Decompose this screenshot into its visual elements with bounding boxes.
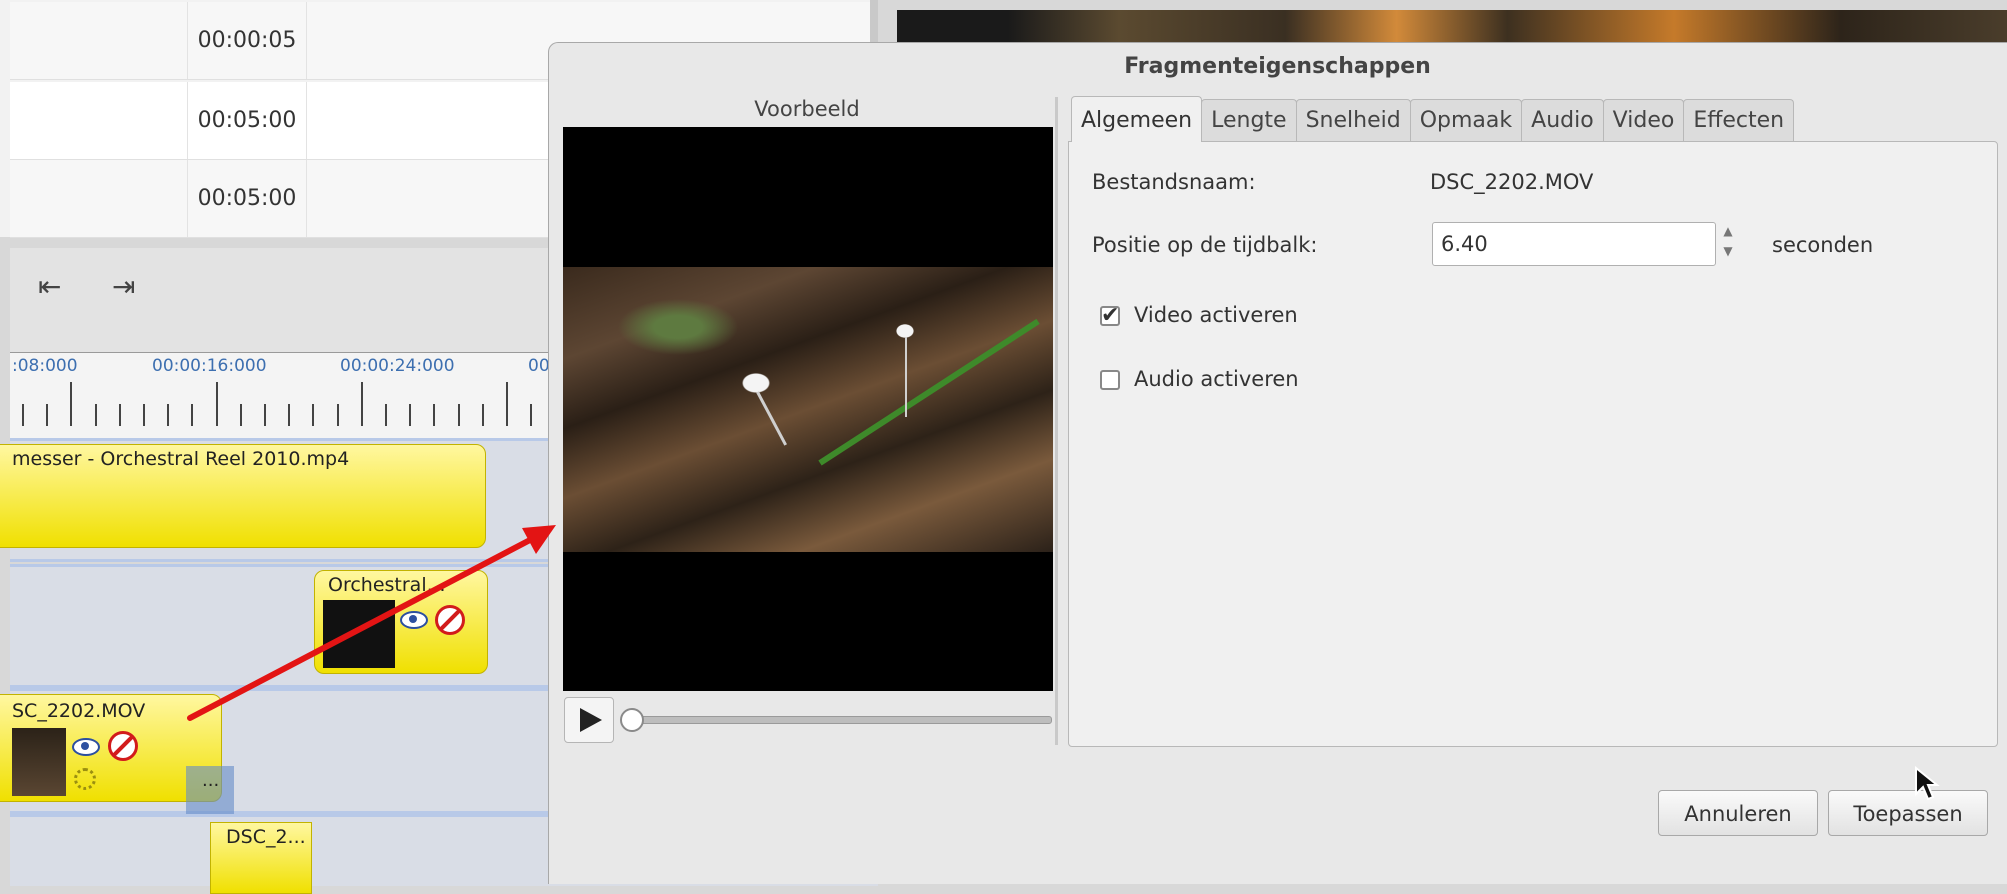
seek-slider-handle[interactable]	[620, 708, 644, 732]
ruler-tick	[46, 404, 49, 426]
video-enable-checkbox[interactable]: ✔	[1100, 303, 1120, 328]
filename-value: DSC_2202.MOV	[1430, 170, 1594, 194]
tab-effects[interactable]: Effecten	[1683, 99, 1795, 141]
skip-to-end-icon[interactable]: ⇥	[112, 270, 142, 306]
checkmark-icon: ✔	[1101, 303, 1120, 328]
background-video-preview	[897, 10, 2007, 44]
pane-divider[interactable]	[1055, 97, 1058, 745]
ruler-tick	[457, 404, 460, 426]
ruler-tick	[506, 382, 508, 426]
ruler-label: 00	[528, 356, 550, 376]
apply-button[interactable]: Toepassen	[1828, 790, 1988, 836]
position-label: Positie op de tijdbalk:	[1092, 233, 1318, 257]
preview-frame-image	[563, 267, 1053, 552]
ruler-tick	[22, 404, 24, 426]
eye-icon[interactable]	[72, 738, 100, 756]
duration-cell: 00:05:00	[187, 82, 307, 159]
tab-format[interactable]: Opmaak	[1409, 99, 1523, 141]
ruler-tick	[167, 404, 170, 426]
mouse-cursor-icon	[1915, 766, 1940, 801]
ruler-label: 00:00:24:000	[340, 356, 455, 376]
ruler-label: :08:000	[12, 356, 78, 376]
clip-thumbnail	[12, 728, 66, 796]
spin-down-icon[interactable]: ▼	[1720, 244, 1736, 262]
skip-to-start-icon[interactable]: ⇤	[38, 270, 68, 306]
clip-label: messer - Orchestral Reel 2010.mp4	[12, 448, 350, 470]
audio-muted-icon[interactable]	[435, 605, 465, 635]
position-unit: seconden	[1772, 233, 1874, 257]
duration-cell: 00:05:00	[187, 160, 307, 237]
eye-icon[interactable]	[400, 611, 428, 629]
ruler-tick	[360, 382, 363, 426]
tab-video[interactable]: Video	[1602, 99, 1685, 141]
clip-label: SC_2202.MOV	[12, 700, 146, 722]
filename-label: Bestandsnaam:	[1092, 170, 1256, 194]
ruler-tick	[336, 404, 339, 426]
cancel-button[interactable]: Annuleren	[1658, 790, 1818, 836]
ruler-tick	[433, 404, 436, 426]
ruler-tick	[530, 404, 533, 426]
ruler-tick	[409, 404, 412, 426]
ruler-tick	[118, 404, 121, 426]
ruler-tick	[191, 404, 194, 426]
ruler-tick	[312, 404, 315, 426]
ruler-tick	[385, 404, 387, 426]
tab-general[interactable]: Algemeen	[1071, 96, 1203, 142]
audio-muted-icon[interactable]	[108, 731, 138, 761]
ruler-tick	[264, 404, 266, 426]
ruler-label: 00:00:16:000	[152, 356, 267, 376]
ruler-tick	[94, 404, 97, 426]
audio-enable-label: Audio activeren	[1134, 367, 1299, 391]
tab-length[interactable]: Lengte	[1201, 99, 1297, 141]
tab-audio[interactable]: Audio	[1521, 99, 1604, 141]
audio-enable-checkbox[interactable]	[1100, 370, 1120, 390]
video-enable-label: Video activeren	[1134, 303, 1298, 327]
play-icon[interactable]	[564, 697, 614, 743]
ruler-tick	[239, 404, 242, 426]
settings-gear-icon[interactable]	[74, 768, 96, 790]
preview-detail	[905, 337, 907, 417]
clip-label: Orchestral…	[328, 574, 446, 596]
clip-thumbnail	[323, 600, 395, 668]
seek-slider[interactable]	[622, 716, 1052, 724]
dialog-title: Fragmenteigenschappen	[1124, 54, 1431, 79]
ruler-tick	[215, 382, 218, 426]
preview-label: Voorbeeld	[754, 97, 860, 121]
ruler-tick	[288, 404, 291, 426]
tab-bar: Algemeen Lengte Snelheid Opmaak Audio Vi…	[1071, 96, 1795, 143]
clip-label: DSC_2...	[226, 826, 306, 848]
ruler-tick	[70, 382, 73, 426]
duration-cell: 00:00:05	[187, 2, 307, 79]
ruler-tick	[143, 404, 145, 426]
spin-up-icon[interactable]: ▲	[1720, 224, 1736, 242]
ruler-tick	[481, 404, 484, 426]
tab-speed[interactable]: Snelheid	[1295, 99, 1411, 141]
position-input[interactable]	[1432, 222, 1716, 266]
gap-label: ...	[202, 770, 220, 791]
